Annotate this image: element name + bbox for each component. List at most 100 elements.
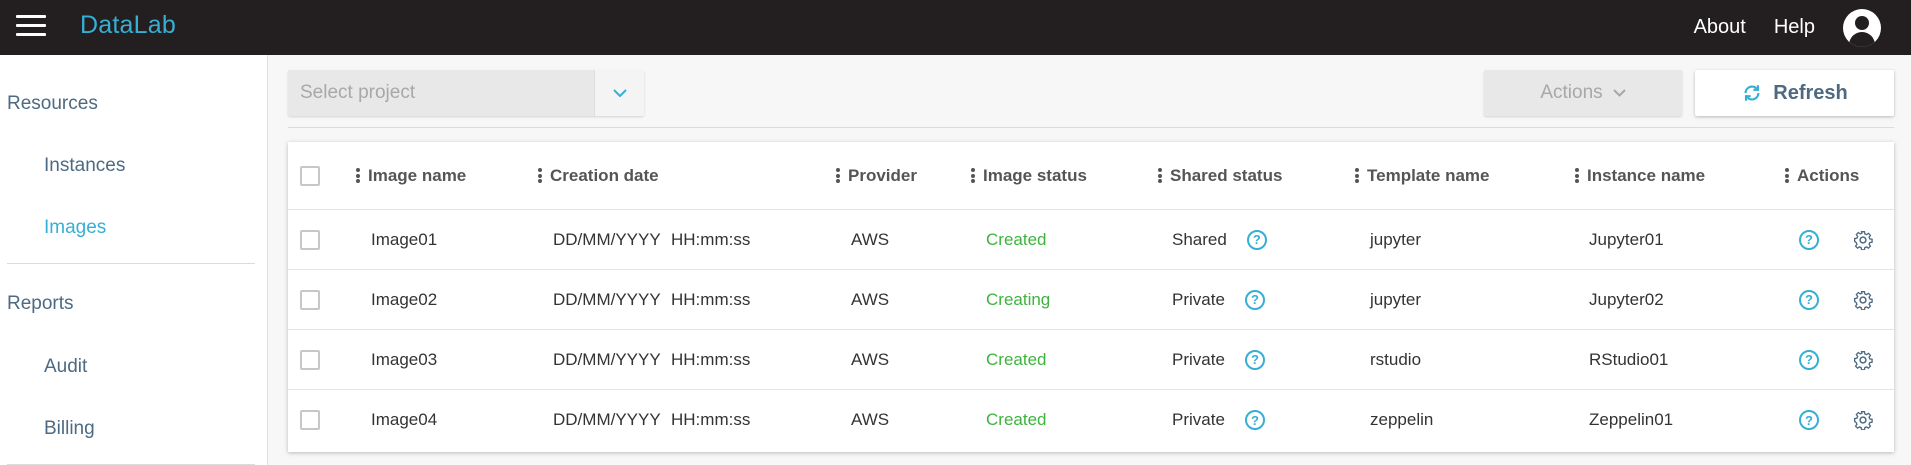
column-menu-icon[interactable] (1355, 168, 1359, 183)
row-checkbox[interactable] (300, 410, 320, 430)
provider-cell: AWS (851, 349, 890, 369)
image-status-cell: Created (986, 349, 1047, 369)
table-row[interactable]: Image02 DD/MM/YYYY HH:mm:ss AWS Creating… (288, 270, 1894, 330)
gear-icon[interactable] (1853, 350, 1873, 370)
row-checkbox[interactable] (300, 349, 320, 370)
creation-date-cell: DD/MM/YYYY (553, 349, 661, 369)
actions-button-label: Actions (1540, 82, 1603, 103)
actions-button[interactable]: Actions (1484, 70, 1682, 116)
image-name-cell: Image01 (371, 229, 438, 249)
creation-date-cell: DD/MM/YYYY (553, 229, 661, 249)
gear-icon[interactable] (1853, 290, 1873, 310)
sidebar-section-resources: Resources (7, 93, 98, 114)
column-menu-icon[interactable] (1575, 168, 1579, 183)
shared-status-cell: Shared ? (1172, 210, 1267, 269)
sidebar-section-reports: Reports (7, 293, 74, 314)
image-name-cell: Image03 (371, 349, 438, 369)
template-name-cell: jupyter (1370, 289, 1422, 309)
sidebar: Resources Instances Images Reports Audit… (0, 55, 268, 465)
provider-cell: AWS (851, 289, 890, 309)
image-status-cell: Creating (986, 289, 1051, 309)
image-name-cell: Image02 (371, 289, 438, 309)
shared-status-cell: Private ? (1172, 390, 1265, 450)
column-shared-status[interactable]: Shared status (1158, 142, 1282, 209)
refresh-icon (1741, 82, 1763, 104)
about-link[interactable]: About (1694, 16, 1746, 39)
row-actions-cell: ? (1799, 390, 1873, 450)
instance-name-cell: Jupyter01 (1589, 229, 1664, 249)
question-circle-icon[interactable]: ? (1244, 349, 1265, 370)
row-actions-cell: ? (1799, 210, 1873, 269)
question-circle-icon[interactable]: ? (1799, 410, 1819, 430)
shared-status-label: Private (1172, 349, 1225, 369)
gear-icon[interactable] (1853, 410, 1873, 430)
sidebar-item-billing[interactable]: Billing (44, 418, 95, 440)
column-menu-icon[interactable] (836, 168, 840, 183)
provider-cell: AWS (851, 229, 890, 249)
column-template-name[interactable]: Template name (1355, 142, 1490, 209)
shared-status-label: Shared (1172, 229, 1227, 249)
column-provider[interactable]: Provider (836, 142, 917, 209)
creation-date-cell: DD/MM/YYYY (553, 410, 661, 429)
creation-time-cell: HH:mm:ss (671, 410, 751, 429)
top-nav: About Help (1694, 0, 1911, 55)
row-actions-cell: ? (1799, 270, 1873, 329)
column-menu-icon[interactable] (538, 168, 542, 183)
table-row[interactable]: Image04 DD/MM/YYYY HH:mm:ss AWS Created … (288, 390, 1894, 450)
image-name-cell: Image04 (371, 410, 438, 429)
column-menu-icon[interactable] (356, 168, 360, 183)
row-checkbox[interactable] (300, 229, 320, 250)
help-link[interactable]: Help (1774, 16, 1815, 39)
creation-date-cell: DD/MM/YYYY (553, 289, 661, 309)
creation-time-cell: HH:mm:ss (671, 349, 751, 369)
row-checkbox[interactable] (300, 289, 320, 310)
top-bar: DataLab About Help (0, 0, 1911, 55)
toolbar-divider (288, 127, 1894, 128)
template-name-cell: zeppelin (1370, 410, 1434, 429)
table-row[interactable]: Image03 DD/MM/YYYY HH:mm:ss AWS Created … (288, 330, 1894, 390)
select-all-checkbox[interactable] (300, 165, 320, 186)
shared-status-cell: Private ? (1172, 270, 1265, 329)
shared-status-label: Private (1172, 410, 1225, 429)
sidebar-item-images[interactable]: Images (44, 217, 106, 239)
column-image-name[interactable]: Image name (356, 142, 466, 209)
select-project-dropdown[interactable]: Select project (288, 70, 644, 116)
column-actions[interactable]: Actions (1785, 142, 1859, 209)
instance-name-cell: RStudio01 (1589, 349, 1669, 369)
images-table: Image name Creation date Provider Image … (288, 142, 1894, 452)
template-name-cell: rstudio (1370, 349, 1422, 369)
sidebar-item-audit[interactable]: Audit (44, 356, 87, 378)
column-menu-icon[interactable] (1785, 168, 1789, 183)
template-name-cell: jupyter (1370, 229, 1422, 249)
column-creation-date[interactable]: Creation date (538, 142, 659, 209)
app-logo[interactable]: DataLab (80, 11, 176, 40)
refresh-button[interactable]: Refresh (1695, 70, 1894, 116)
chevron-down-icon[interactable] (594, 70, 644, 116)
sidebar-divider (7, 263, 255, 264)
question-circle-icon[interactable]: ? (1799, 229, 1819, 250)
question-circle-icon[interactable]: ? (1799, 349, 1819, 370)
creation-time-cell: HH:mm:ss (671, 229, 751, 249)
instance-name-cell: Jupyter02 (1589, 289, 1664, 309)
shared-status-label: Private (1172, 289, 1225, 309)
instance-name-cell: Zeppelin01 (1589, 410, 1674, 429)
column-menu-icon[interactable] (971, 168, 975, 183)
refresh-button-label: Refresh (1773, 81, 1848, 104)
question-circle-icon[interactable]: ? (1244, 410, 1265, 430)
image-status-cell: Created (986, 410, 1047, 429)
sidebar-item-instances[interactable]: Instances (44, 155, 125, 177)
question-circle-icon[interactable]: ? (1244, 289, 1265, 310)
column-instance-name[interactable]: Instance name (1575, 142, 1705, 209)
select-project-placeholder: Select project (300, 82, 416, 103)
user-avatar-icon[interactable] (1843, 8, 1881, 47)
question-circle-icon[interactable]: ? (1246, 229, 1267, 250)
table-row[interactable]: Image01 DD/MM/YYYY HH:mm:ss AWS Created … (288, 210, 1894, 270)
question-circle-icon[interactable]: ? (1799, 289, 1819, 310)
column-image-status[interactable]: Image status (971, 142, 1087, 209)
creation-time-cell: HH:mm:ss (671, 289, 751, 309)
column-menu-icon[interactable] (1158, 168, 1162, 183)
provider-cell: AWS (851, 410, 890, 429)
gear-icon[interactable] (1853, 230, 1873, 250)
image-status-cell: Created (986, 229, 1047, 249)
hamburger-menu-icon[interactable] (16, 15, 46, 37)
